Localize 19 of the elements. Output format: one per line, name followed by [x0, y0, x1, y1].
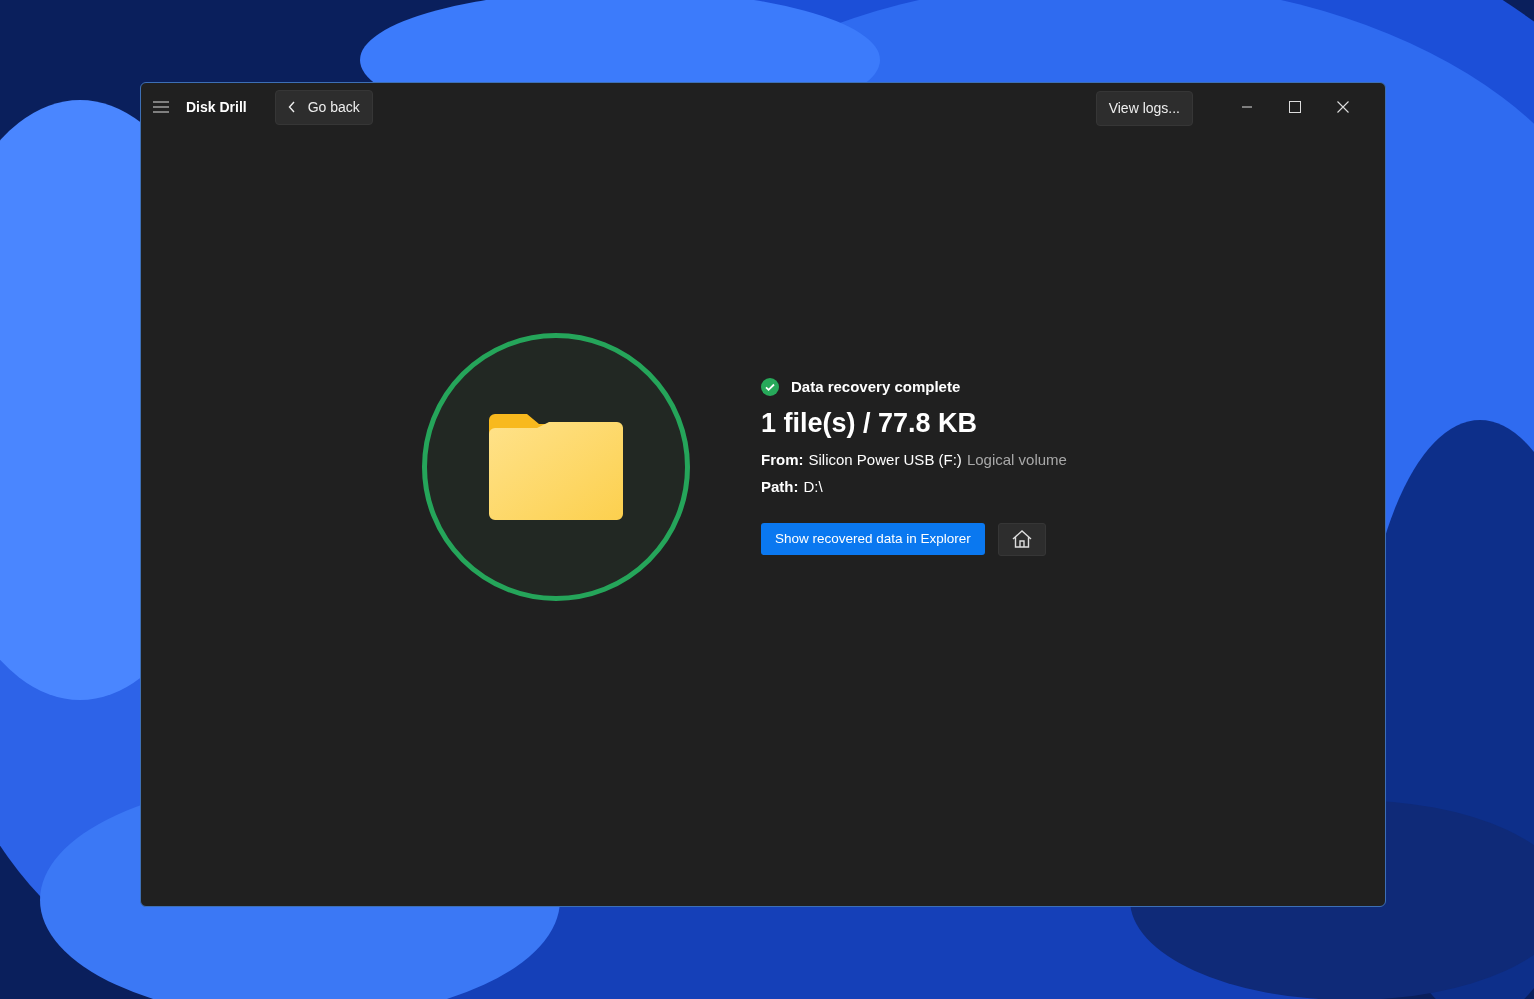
home-icon [1011, 530, 1032, 548]
show-in-explorer-button[interactable]: Show recovered data in Explorer [761, 522, 985, 555]
maximize-icon[interactable] [1289, 101, 1301, 113]
from-label: From: [761, 450, 804, 468]
folder-icon [489, 413, 623, 520]
path-value: D:\ [803, 477, 823, 495]
home-button[interactable] [997, 522, 1046, 556]
path-label: Path: [761, 477, 799, 495]
back-button[interactable]: Go back [274, 89, 373, 125]
menu-icon[interactable] [153, 101, 169, 113]
from-value: Silicon Power USB (F:) [808, 450, 962, 468]
check-circle-icon [761, 377, 779, 396]
window-title: Disk Drill [186, 99, 247, 115]
summary-text: 1 file(s) / 77.8 KB [761, 407, 979, 439]
chevron-icon [287, 101, 296, 113]
close-icon[interactable] [1337, 101, 1349, 113]
view-logs-button[interactable]: View logs... [1095, 90, 1193, 126]
status-text: Data recovery complete [791, 378, 961, 395]
volume-type: Logical volume [966, 450, 1067, 468]
